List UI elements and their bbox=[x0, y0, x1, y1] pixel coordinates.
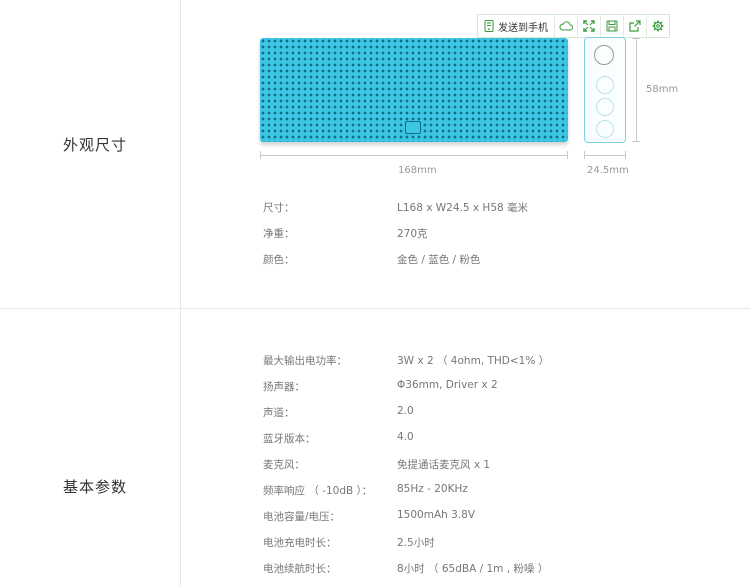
settings-icon bbox=[652, 20, 664, 32]
column-divider bbox=[180, 0, 181, 587]
spec-value-battery: 1500mAh 3.8V bbox=[397, 509, 476, 521]
side-button-icon bbox=[596, 98, 614, 116]
length-dimension-tick bbox=[567, 151, 568, 159]
spec-label-frequency: 频率响应 （ -10dB ）： bbox=[263, 485, 373, 497]
width-dimension-tick bbox=[625, 151, 626, 159]
spec-label-battery-life: 电池续航时长： bbox=[263, 563, 337, 575]
speaker-logo bbox=[405, 121, 421, 134]
fullscreen-button[interactable] bbox=[578, 15, 601, 37]
side-button-icon bbox=[596, 76, 614, 94]
spec-value-frequency: 85Hz - 20KHz bbox=[397, 483, 468, 495]
share-button[interactable] bbox=[624, 15, 647, 37]
length-dimension-line bbox=[260, 155, 568, 156]
cloud-button[interactable] bbox=[555, 15, 578, 37]
spec-value-output-power: 3W x 2 （ 4ohm, THD<1% ） bbox=[397, 355, 550, 367]
share-icon bbox=[629, 20, 641, 32]
send-to-phone-label: 发送到手机 bbox=[498, 22, 548, 34]
spec-label-output-power: 最大输出电功率： bbox=[263, 355, 347, 367]
spec-value-speaker: Φ36mm, Driver x 2 bbox=[397, 379, 498, 391]
settings-button[interactable] bbox=[647, 15, 669, 37]
phone-icon bbox=[484, 20, 494, 32]
save-button[interactable] bbox=[601, 15, 624, 37]
spec-label-bluetooth: 蓝牙版本： bbox=[263, 433, 316, 445]
spec-label-color: 颜色： bbox=[263, 254, 295, 266]
basic-params-title: 基本参数 bbox=[63, 478, 128, 496]
spec-value-microphone: 免提通话麦克风 x 1 bbox=[397, 459, 491, 471]
cloud-icon bbox=[559, 21, 573, 31]
width-dimension-label: 24.5mm bbox=[587, 165, 629, 176]
side-button-icon bbox=[596, 120, 614, 138]
appearance-title: 外观尺寸 bbox=[63, 136, 128, 154]
save-icon bbox=[606, 20, 618, 32]
spec-value-bluetooth: 4.0 bbox=[397, 431, 414, 443]
speaker-side-image bbox=[584, 37, 626, 143]
spec-label-weight: 净重： bbox=[263, 228, 295, 240]
power-icon bbox=[594, 45, 614, 65]
spec-value-color: 金色 / 蓝色 / 粉色 bbox=[397, 254, 481, 266]
fullscreen-icon bbox=[583, 20, 595, 32]
spec-label-microphone: 麦克风： bbox=[263, 459, 305, 471]
height-dimension-tick bbox=[632, 141, 640, 142]
height-dimension-label: 58mm bbox=[646, 84, 679, 95]
spec-label-charge-time: 电池充电时长： bbox=[263, 537, 337, 549]
spec-value-weight: 270克 bbox=[397, 228, 428, 240]
width-dimension-line bbox=[584, 155, 626, 156]
spec-value-charge-time: 2.5小时 bbox=[397, 537, 435, 549]
length-dimension-tick bbox=[260, 151, 261, 159]
height-dimension-line bbox=[636, 38, 637, 142]
spec-value-size: L168 x W24.5 x H58 毫米 bbox=[397, 202, 529, 214]
height-dimension-tick bbox=[632, 38, 640, 39]
send-to-phone-button[interactable]: 发送到手机 bbox=[478, 15, 555, 37]
spec-label-channel: 声道： bbox=[263, 407, 295, 419]
length-dimension-label: 168mm bbox=[398, 165, 437, 176]
spec-value-channel: 2.0 bbox=[397, 405, 414, 417]
width-dimension-tick bbox=[584, 151, 585, 159]
spec-label-battery: 电池容量/电压： bbox=[263, 511, 341, 523]
spec-label-size: 尺寸： bbox=[263, 202, 295, 214]
spec-value-battery-life: 8小时 （ 65dBA / 1m , 粉噪 ） bbox=[397, 563, 549, 575]
spec-label-speaker: 扬声器： bbox=[263, 381, 305, 393]
section-divider bbox=[0, 308, 750, 309]
image-toolbar: 发送到手机 bbox=[477, 14, 670, 38]
